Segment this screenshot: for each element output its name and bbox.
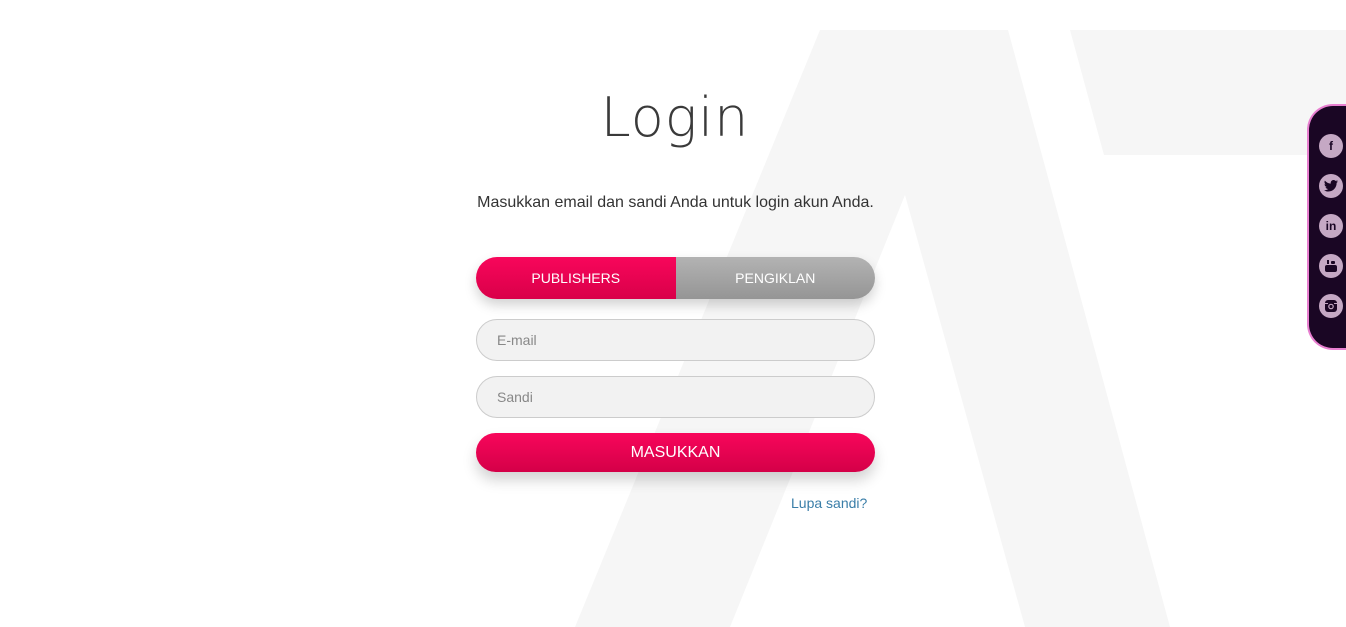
youtube-glyph bbox=[1325, 260, 1337, 272]
login-page: Login Masukkan email dan sandi Anda untu… bbox=[0, 0, 1346, 627]
twitter-bird-glyph bbox=[1324, 180, 1338, 192]
login-instructions: Masukkan email dan sandi Anda untuk logi… bbox=[477, 194, 874, 211]
email-field[interactable] bbox=[476, 319, 875, 361]
password-field[interactable] bbox=[476, 376, 875, 418]
instagram-glyph bbox=[1325, 300, 1337, 312]
tab-pengiklan[interactable]: PENGIKLAN bbox=[675, 257, 875, 299]
facebook-icon[interactable]: f bbox=[1319, 134, 1343, 158]
account-type-tabs: PUBLISHERS PENGIKLAN bbox=[476, 257, 875, 299]
page-title: Login bbox=[600, 86, 750, 149]
facebook-glyph: f bbox=[1329, 139, 1333, 153]
linkedin-icon[interactable]: in bbox=[1319, 214, 1343, 238]
login-button[interactable]: MASUKKAN bbox=[476, 433, 875, 472]
youtube-icon[interactable] bbox=[1319, 254, 1343, 278]
instagram-icon[interactable] bbox=[1319, 294, 1343, 318]
forgot-password-link[interactable]: Lupa sandi? bbox=[791, 495, 867, 511]
linkedin-glyph: in bbox=[1325, 219, 1337, 233]
tab-publishers[interactable]: PUBLISHERS bbox=[476, 257, 676, 299]
twitter-icon[interactable] bbox=[1319, 174, 1343, 198]
